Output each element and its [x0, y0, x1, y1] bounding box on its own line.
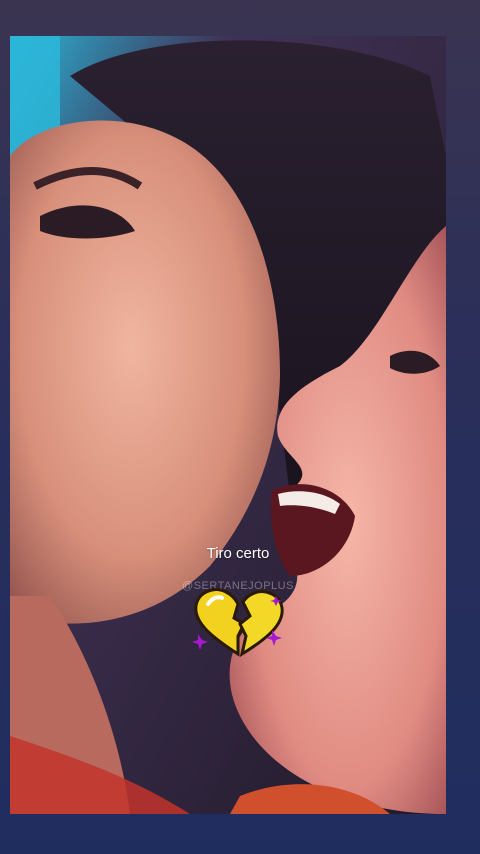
story-caption: Tiro certo	[206, 545, 270, 562]
story-canvas: Tiro certo @SERTANEJOPLUS	[0, 0, 480, 854]
yellow-broken-heart-sticker-icon[interactable]	[190, 584, 286, 660]
story-media-card[interactable]: Tiro certo @SERTANEJOPLUS	[10, 36, 446, 814]
background-photo	[10, 36, 446, 814]
